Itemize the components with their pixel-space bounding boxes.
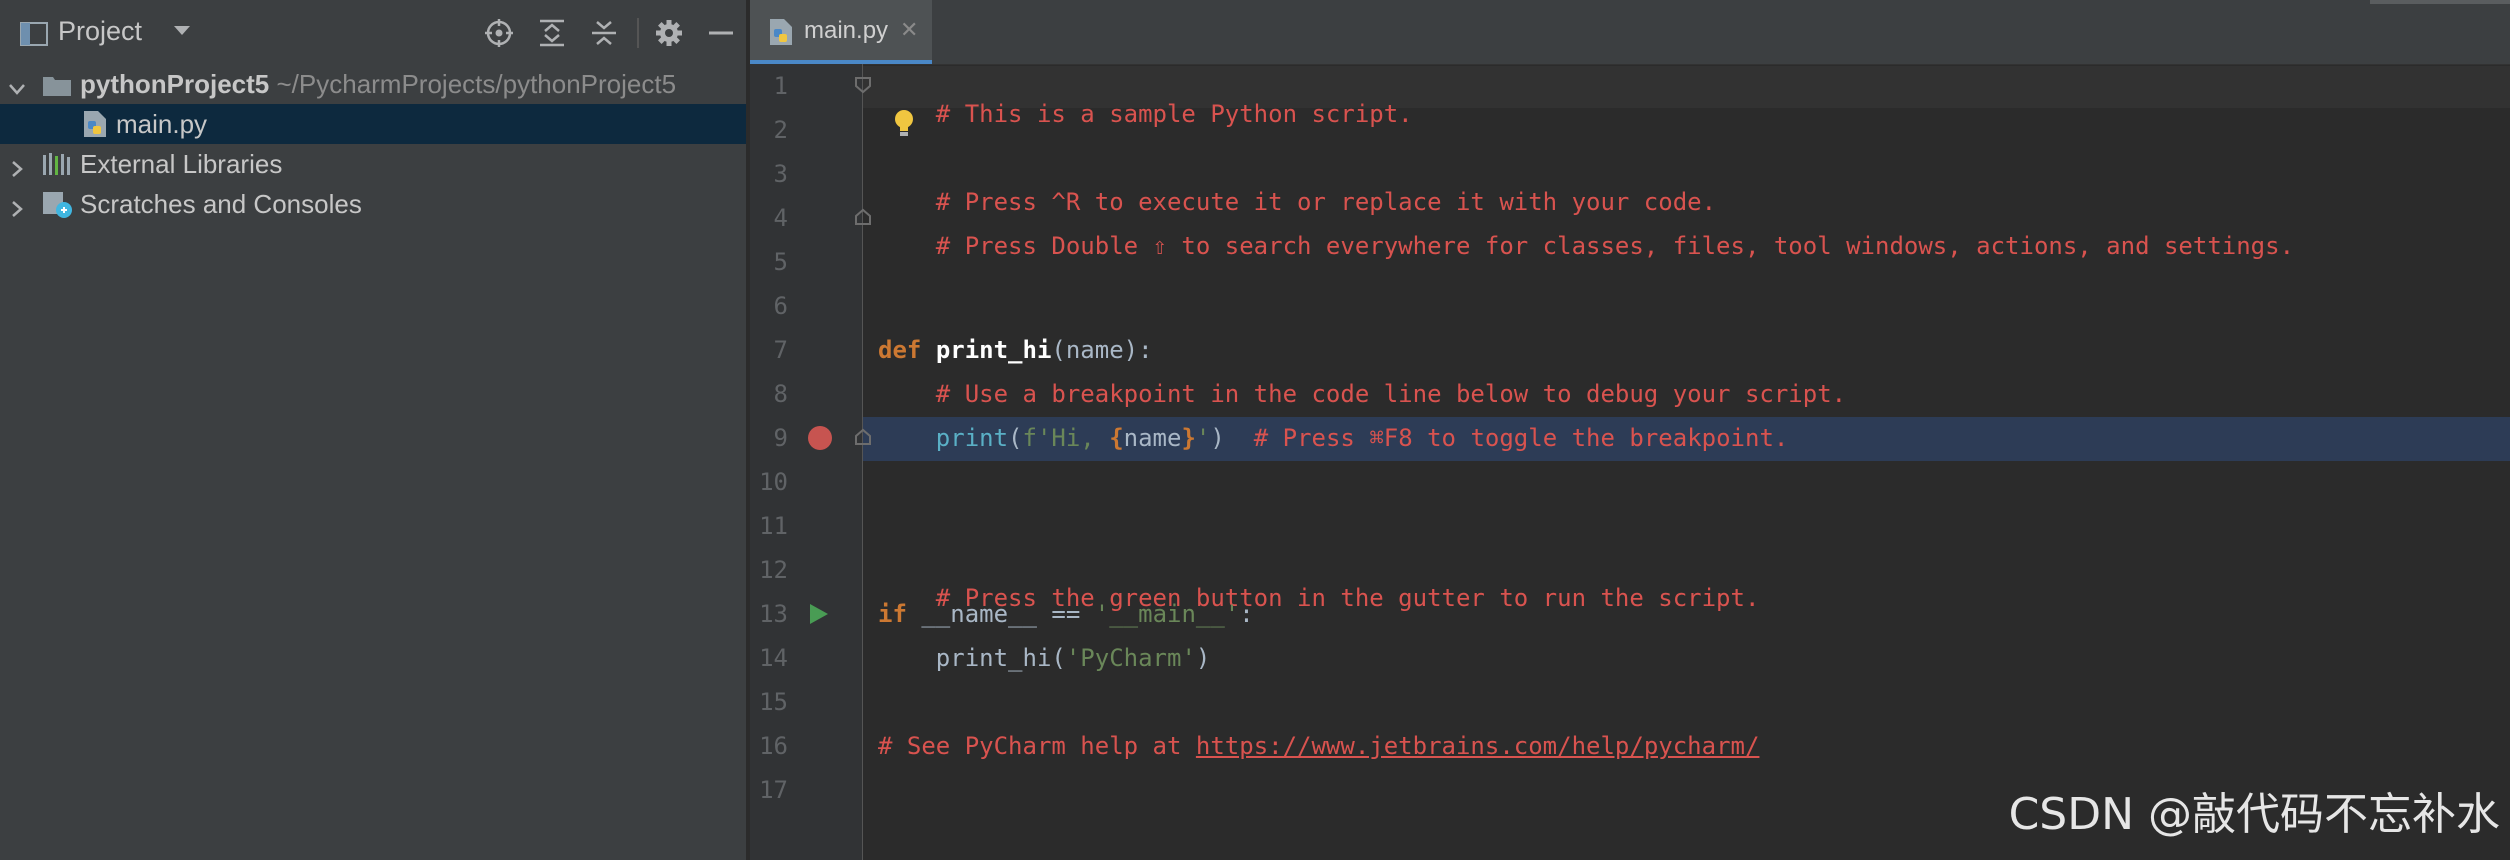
keyword: def: [878, 336, 922, 364]
project-root-name-wrap: pythonProject5 ~/PycharmProjects/pythonP…: [80, 69, 676, 100]
top-right-strip: [2370, 0, 2510, 4]
tab-main-py[interactable]: main.py ✕: [750, 0, 932, 64]
string: '__main__': [1094, 600, 1240, 628]
editor-tab-bar: main.py ✕: [750, 0, 2510, 65]
project-window-icon: [20, 22, 48, 46]
external-libraries-label: External Libraries: [80, 149, 283, 179]
main-py-label: main.py: [116, 109, 208, 139]
expand-all-icon[interactable]: [535, 16, 569, 50]
comment: # This is a sample Python script.: [935, 100, 1413, 128]
tree-item-scratches-consoles[interactable]: Scratches and Consoles: [0, 184, 746, 224]
line-number: 10: [759, 468, 788, 496]
line-number: 3: [773, 160, 788, 188]
line-number: 5: [773, 248, 788, 276]
project-panel-header: Project: [0, 0, 746, 66]
line-number: 1: [773, 72, 788, 100]
brace: {: [1109, 424, 1124, 452]
minimize-icon[interactable]: [704, 16, 738, 50]
locate-file-icon[interactable]: [482, 16, 516, 50]
line-number: 4: [773, 204, 788, 232]
library-icon: [42, 152, 72, 183]
variable: __name__: [921, 600, 1037, 628]
chevron-down-icon[interactable]: [8, 74, 26, 105]
function-name: print_hi: [935, 336, 1052, 364]
paren: ): [1210, 424, 1225, 452]
comment: # Use a breakpoint in the code line belo…: [935, 380, 1847, 408]
chevron-right-icon[interactable]: [8, 154, 26, 185]
breakpoint-icon[interactable]: [806, 424, 834, 457]
line-number: 17: [759, 776, 788, 804]
chevron-down-icon[interactable]: [172, 24, 192, 43]
tree-item-main-py[interactable]: main.py: [0, 104, 746, 144]
line-number: 7: [773, 336, 788, 364]
paren: ): [1195, 644, 1211, 672]
keyword: if: [878, 600, 907, 628]
code-line-14[interactable]: print_hi('PyCharm'): [878, 644, 1211, 672]
colon: :: [1239, 600, 1254, 628]
scratches-icon: [42, 191, 74, 226]
chevron-right-icon[interactable]: [8, 194, 26, 225]
fold-marker-icon[interactable]: [854, 208, 872, 231]
comment: # Press ⌘F8 to toggle the breakpoint.: [1253, 424, 1789, 452]
brace: }: [1181, 424, 1196, 452]
code-line-9[interactable]: print(f'Hi, {name}') # Press ⌘F8 to togg…: [878, 424, 1789, 452]
code-line-7[interactable]: def print_hi(name):: [878, 336, 1153, 364]
folder-icon: [42, 73, 72, 104]
comment: # See PyCharm help at: [878, 732, 1196, 760]
fstring: ': [1195, 424, 1211, 452]
code-line-8[interactable]: # Use a breakpoint in the code line belo…: [878, 380, 1846, 408]
scratches-consoles-label: Scratches and Consoles: [80, 189, 362, 219]
project-tool-window: Project pythonProject5 ~/PycharmProjects…: [0, 0, 748, 860]
tab-label: main.py: [804, 17, 889, 44]
project-root-path: ~/PycharmProjects/pythonProject5: [276, 69, 677, 99]
line-number: 2: [773, 116, 788, 144]
python-file-icon: [768, 18, 794, 51]
operator: ==: [1051, 600, 1081, 628]
paren: ):: [1123, 336, 1153, 364]
collapse-all-icon[interactable]: [587, 16, 621, 50]
gutter-separator: [862, 64, 863, 860]
code-line-4[interactable]: # Press Double ⇧ to search everywhere fo…: [878, 204, 2294, 288]
close-icon[interactable]: ✕: [900, 17, 918, 43]
line-number: 12: [759, 556, 788, 584]
gear-icon[interactable]: [652, 16, 686, 50]
line-number: 16: [759, 732, 788, 760]
builtin-call: print: [935, 424, 1009, 452]
line-number: 13: [759, 600, 788, 628]
python-file-icon: [82, 110, 108, 145]
line-number: 8: [773, 380, 788, 408]
help-link[interactable]: https://www.jetbrains.com/help/pycharm/: [1196, 732, 1760, 760]
string: 'PyCharm': [1065, 644, 1196, 672]
comment: # Press Double ⇧ to search everywhere fo…: [935, 232, 2295, 260]
watermark: CSDN @敲代码不忘补水: [2008, 789, 2500, 840]
line-number: 14: [759, 644, 788, 672]
paren: (: [1051, 336, 1066, 364]
paren: (: [1008, 424, 1023, 452]
line-number: 9: [773, 424, 788, 452]
fold-marker-icon[interactable]: [854, 428, 872, 451]
paren: (: [1051, 644, 1066, 672]
project-panel-title[interactable]: Project: [58, 16, 142, 47]
code-line-13[interactable]: if __name__ == '__main__':: [878, 600, 1254, 628]
project-root-label: pythonProject5: [80, 69, 270, 99]
fold-marker-icon[interactable]: [854, 76, 872, 99]
header-divider: [637, 18, 639, 48]
line-number: 15: [759, 688, 788, 716]
function-call: print_hi: [935, 644, 1052, 672]
line-number: 6: [773, 292, 788, 320]
editor: main.py ✕ 1 2 3 4 5 6 7 8 9 10 11 12 13 …: [750, 0, 2510, 860]
code-line-16[interactable]: # See PyCharm help at https://www.jetbra…: [878, 732, 1759, 760]
fstring: f'Hi,: [1022, 424, 1110, 452]
run-icon[interactable]: [808, 602, 830, 631]
code-line-1[interactable]: # This is a sample Python script.: [878, 72, 1413, 156]
tree-item-external-libraries[interactable]: External Libraries: [0, 144, 746, 184]
variable: name: [1123, 424, 1182, 452]
tree-item-project-root[interactable]: pythonProject5 ~/PycharmProjects/pythonP…: [0, 64, 746, 104]
parameter: name: [1065, 336, 1124, 364]
line-number: 11: [759, 512, 788, 540]
